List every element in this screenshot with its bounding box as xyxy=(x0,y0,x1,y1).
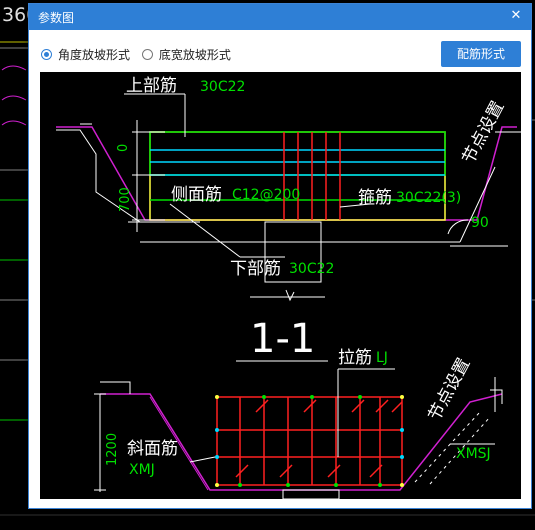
dialog-title: 参数图 xyxy=(38,11,75,25)
radio-unchecked-icon[interactable] xyxy=(141,49,153,60)
top-bar-label: 上部筋 xyxy=(126,76,177,96)
parameter-drawing: 0 700 上部筋 30C22 侧面筋 C12@200 箍筋 30C22(3) … xyxy=(40,72,521,499)
stirrups-group xyxy=(283,132,341,220)
section-label: 1-1 xyxy=(250,316,315,362)
top-bar-value: 30C22 xyxy=(200,79,245,95)
side-bar-value: C12@200 xyxy=(232,187,300,203)
slope-bar-label: 斜面筋 xyxy=(127,439,178,459)
bottom-rebar-grid xyxy=(216,396,403,486)
slope-bar-value: XMJ xyxy=(129,462,155,478)
bottom-bar-value: 30C22 xyxy=(289,261,334,277)
radio-angle-slope[interactable]: 角度放坡形式 xyxy=(41,46,130,63)
tie-bar-label: 拉筋 xyxy=(338,348,372,368)
stirrup-value: 30C22(3) xyxy=(396,190,461,206)
close-icon[interactable]: ✕ xyxy=(507,7,525,25)
drawing-svg: 0 700 上部筋 30C22 侧面筋 C12@200 箍筋 30C22(3) … xyxy=(56,76,521,499)
radio-bottom-width-slope-label: 底宽放坡形式 xyxy=(158,48,231,62)
side-bar-label: 侧面筋 xyxy=(171,185,222,205)
parameter-dialog: 参数图 ✕ 角度放坡形式 底宽放坡形式 配筋形式 0 700 上部筋 30C22… xyxy=(28,3,532,509)
bottom-bar-label: 下部筋 xyxy=(230,259,281,279)
tie-bar-value: LJ xyxy=(376,350,388,366)
stirrup-label: 箍筋 xyxy=(358,188,392,208)
radio-bottom-width-slope[interactable]: 底宽放坡形式 xyxy=(141,46,231,63)
right-slope-value: XMSJ xyxy=(456,446,491,462)
radio-checked-icon[interactable] xyxy=(41,49,52,60)
dim-zero-label: 0 xyxy=(116,144,131,152)
dialog-titlebar[interactable]: 参数图 ✕ xyxy=(29,4,531,30)
bottom-node-label: 节点设置 xyxy=(425,355,475,424)
bottom-dim-height-label: 1200 xyxy=(105,433,120,466)
radio-angle-slope-label: 角度放坡形式 xyxy=(58,48,131,62)
dim-height-label: 700 xyxy=(118,187,133,212)
reinforcement-form-button[interactable]: 配筋形式 xyxy=(441,41,521,67)
slope-form-radio-group: 角度放坡形式 底宽放坡形式 xyxy=(41,46,239,63)
angle-value: 90 xyxy=(471,215,489,231)
